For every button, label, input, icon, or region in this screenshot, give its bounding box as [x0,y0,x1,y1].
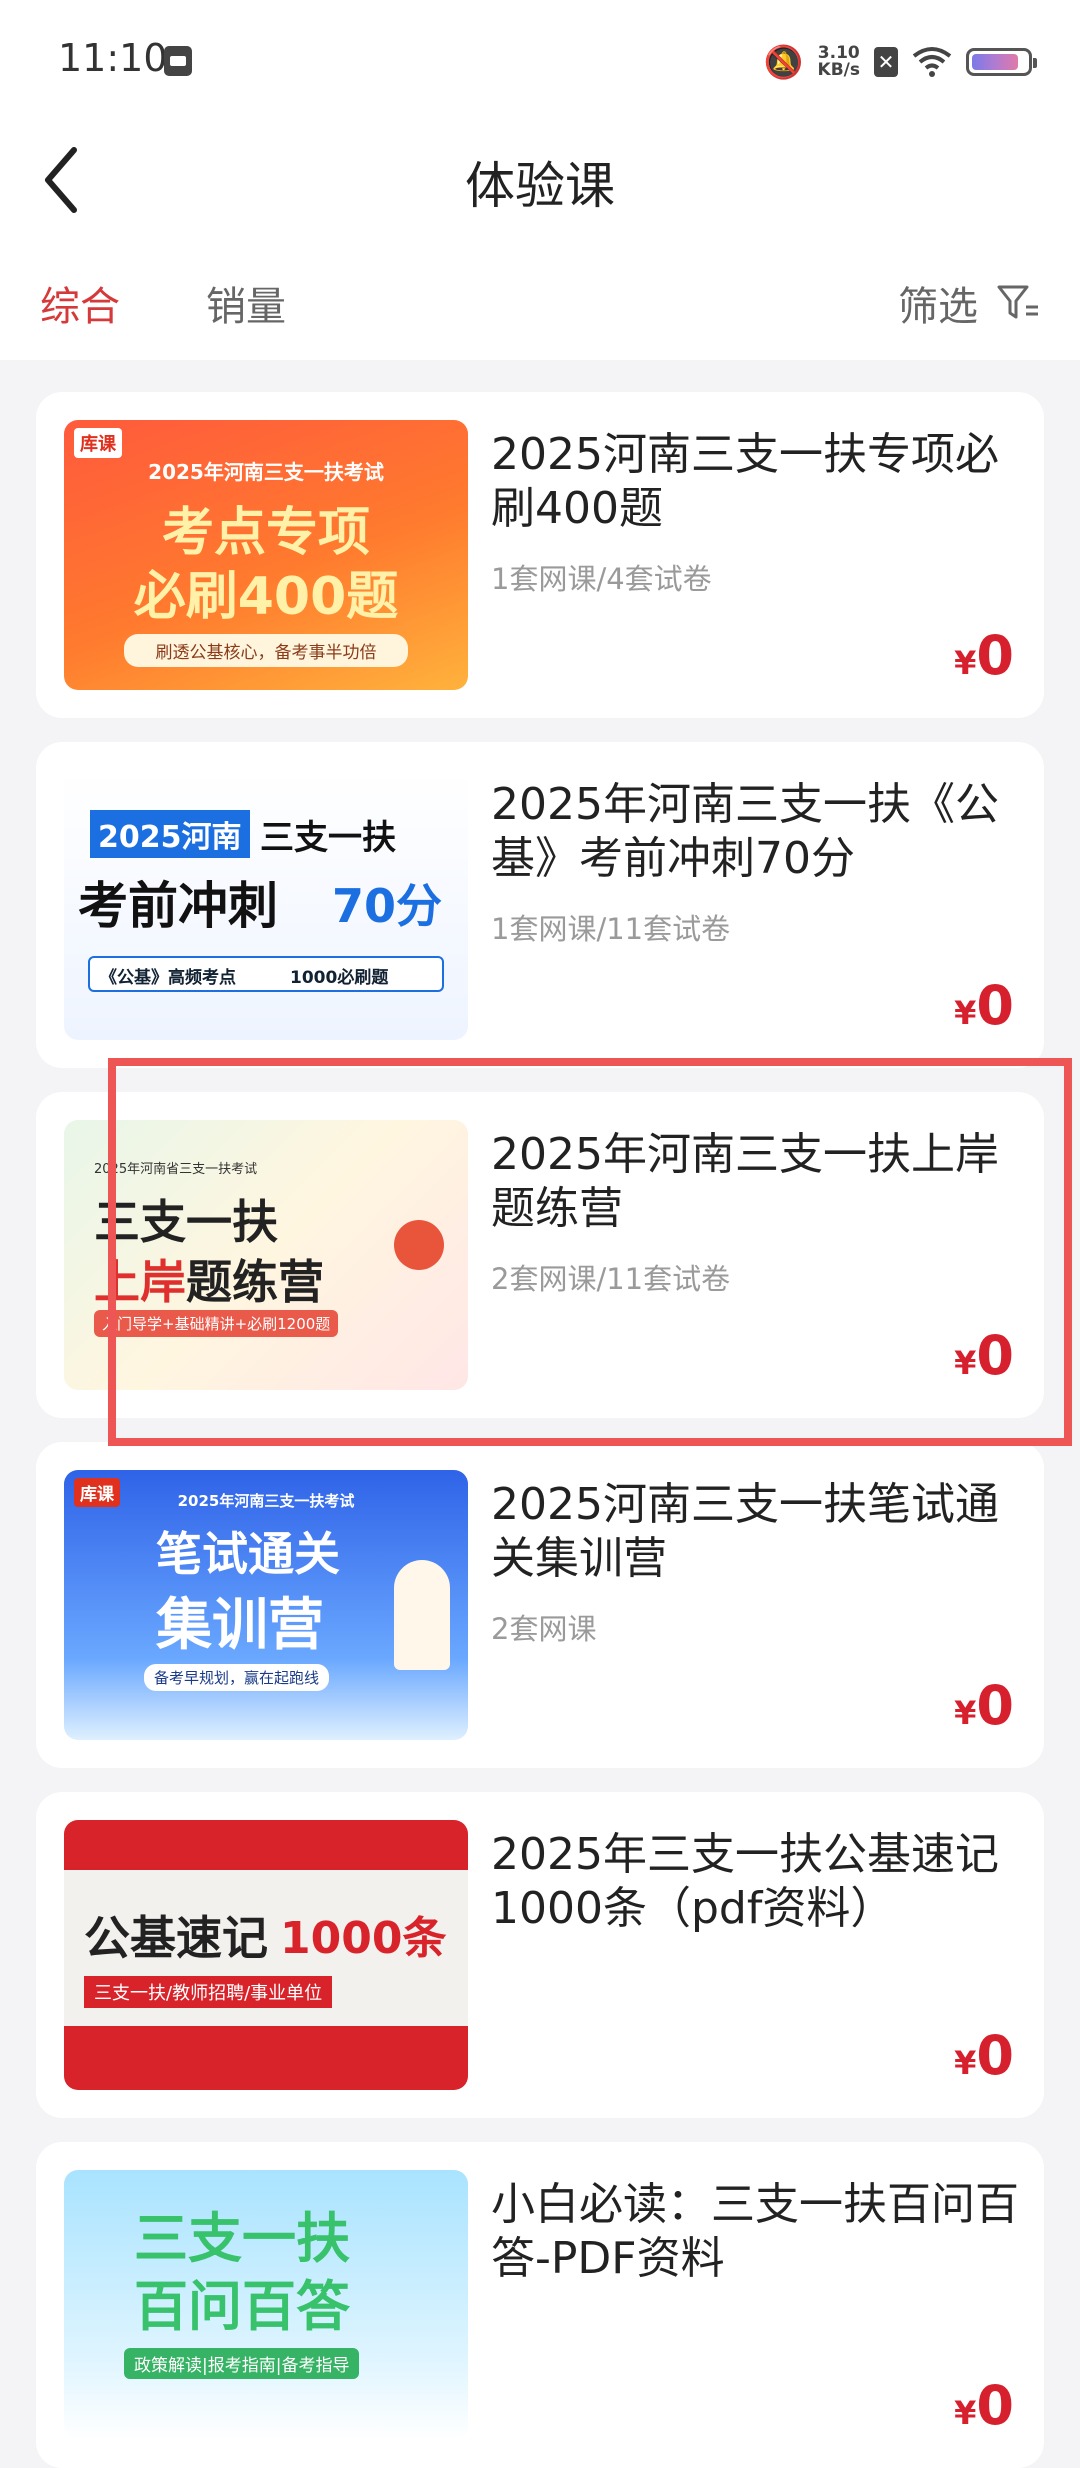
battery-icon [966,48,1037,76]
calendar-notification-icon [164,46,192,76]
thumb-line: 政策解读|报考指南|备考指导 [124,2348,360,2379]
price-value: 0 [976,1674,1014,1737]
tab-comprehensive[interactable]: 综合 [40,274,120,332]
network-speed: 3.10 KB/s [818,45,860,79]
course-price: ¥0 [954,624,1014,687]
thumb-line: 题练营 [186,1255,324,1309]
currency-symbol: ¥ [954,644,977,682]
thumb-line: 2025河南 [90,810,250,858]
course-meta: 2套网课/11套试卷 [491,1262,731,1296]
course-price: ¥0 [954,974,1014,1037]
thumb-line: 百问百答 [134,2275,350,2338]
course-thumbnail: 三支一扶 百问百答 政策解读|报考指南|备考指导 [64,2170,468,2440]
thumb-line: 2025年河南三支一扶考试 [148,460,384,484]
price-value: 0 [976,974,1014,1037]
thumb-line: 2025年河南三支一扶考试 [177,1492,355,1510]
course-thumbnail: 2025年河南省三支一扶考试 三支一扶 上岸 题练营 入门导学+基础精讲+必刷1… [64,1120,468,1390]
thumb-line: 《公基》高频考点 [100,968,236,988]
page-title: 体验课 [465,157,615,215]
currency-symbol: ¥ [954,2044,977,2082]
filter-label: 筛选 [898,284,978,330]
thumb-line: 2025年河南省三支一扶考试 [94,1162,258,1177]
navbar: 体验课 [0,130,1080,230]
thumb-line: 三支一扶 [260,818,396,858]
course-thumbnail: 公基速记 1000条 三支一扶/教师招聘/事业单位 [64,1820,468,2090]
price-value: 0 [976,1324,1014,1387]
thumb-line: 三支一扶 [94,1195,278,1249]
battery-level [972,54,1018,70]
course-title: 2025年三支一扶公基速记1000条（pdf资料） [491,1829,999,1934]
filter-button[interactable]: 筛选 [898,274,1040,332]
course-price: ¥0 [954,1324,1014,1387]
course-title: 2025河南三支一扶笔试通关集训营 [491,1479,999,1584]
course-card[interactable]: 2025年河南省三支一扶考试 三支一扶 上岸 题练营 入门导学+基础精讲+必刷1… [36,1092,1044,1418]
mute-bell-icon: 🔕 [763,43,804,81]
currency-symbol: ¥ [954,1694,977,1732]
sort-tabs: 综合 销量 筛选 [0,260,1080,340]
tab-sales[interactable]: 销量 [206,274,286,332]
course-card[interactable]: 库课 2025年河南三支一扶考试 考点专项 必刷400题 刷透公基核心，备考事半… [36,392,1044,718]
filter-icon [997,285,1038,319]
course-title: 2025年河南三支一扶《公基》考前冲刺70分 [491,779,999,884]
price-value: 0 [976,2024,1014,2087]
course-card[interactable]: 2025河南 三支一扶 考前冲刺 70分 《公基》高频考点 1000必刷题 20… [36,742,1044,1068]
status-icons: 🔕 3.10 KB/s ✕ [763,40,1037,84]
course-price: ¥0 [954,2024,1014,2087]
course-price: ¥0 [954,1674,1014,1737]
course-price: ¥0 [954,2374,1014,2437]
price-value: 0 [976,2374,1014,2437]
thumb-line: 1000必刷题 [290,968,389,988]
status-bar: 11:10 🔕 3.10 KB/s ✕ [0,0,1080,130]
thumb-line: 70分 [332,879,443,933]
course-title: 小白必读：三支一扶百问百答-PDF资料 [491,2179,1019,2284]
thumb-line: 1000条 [280,1913,447,1964]
currency-symbol: ¥ [954,1344,977,1382]
course-card[interactable]: 公基速记 1000条 三支一扶/教师招聘/事业单位 2025年三支一扶公基速记1… [36,1792,1044,2118]
thumb-line: 备考早规划，赢在起跑线 [144,1664,330,1691]
thumb-line: 三支一扶/教师招聘/事业单位 [84,1976,333,2008]
thumb-line: 入门导学+基础精讲+必刷1200题 [94,1310,339,1337]
thumb-line: 集训营 [156,1593,324,1658]
course-thumbnail: 库课 2025年河南三支一扶考试 笔试通关 集训营 备考早规划，赢在起跑线 [64,1470,468,1740]
wifi-icon [912,46,952,78]
thumb-line: 公基速记 [84,1911,268,1965]
sim-off-icon: ✕ [874,47,898,77]
status-time: 11:10 [58,36,168,80]
course-thumbnail: 2025河南 三支一扶 考前冲刺 70分 《公基》高频考点 1000必刷题 [64,770,468,1040]
currency-symbol: ¥ [954,2394,977,2432]
course-thumbnail: 库课 2025年河南三支一扶考试 考点专项 必刷400题 刷透公基核心，备考事半… [64,420,468,690]
thumb-line: 必刷400题 [133,567,399,627]
thumb-line: 笔试通关 [156,1527,340,1581]
brand-badge: 库课 [74,428,122,458]
student-illustration [394,1560,450,1670]
course-meta: 1套网课/11套试卷 [491,912,731,946]
mascot-illustration [394,1220,444,1270]
currency-symbol: ¥ [954,994,977,1032]
thumb-tag-bar: 《公基》高频考点 1000必刷题 [88,956,444,992]
course-meta: 1套网课/4套试卷 [491,562,712,596]
course-card[interactable]: 库课 2025年河南三支一扶考试 笔试通关 集训营 备考早规划，赢在起跑线 20… [36,1442,1044,1768]
course-title: 2025河南三支一扶专项必刷400题 [491,429,999,534]
course-card[interactable]: 三支一扶 百问百答 政策解读|报考指南|备考指导 小白必读：三支一扶百问百答-P… [36,2142,1044,2468]
network-speed-unit: KB/s [817,60,860,80]
thumb-line: 刷透公基核心，备考事半功倍 [124,634,408,667]
header: 11:10 🔕 3.10 KB/s ✕ 体验课 综合 销量 筛选 [0,0,1080,360]
course-title: 2025年河南三支一扶上岸题练营 [491,1129,999,1234]
thumb-line: 上岸 [94,1255,186,1309]
price-value: 0 [976,624,1014,687]
thumb-line: 考前冲刺 [78,877,278,935]
course-meta: 2套网课 [491,1612,597,1646]
